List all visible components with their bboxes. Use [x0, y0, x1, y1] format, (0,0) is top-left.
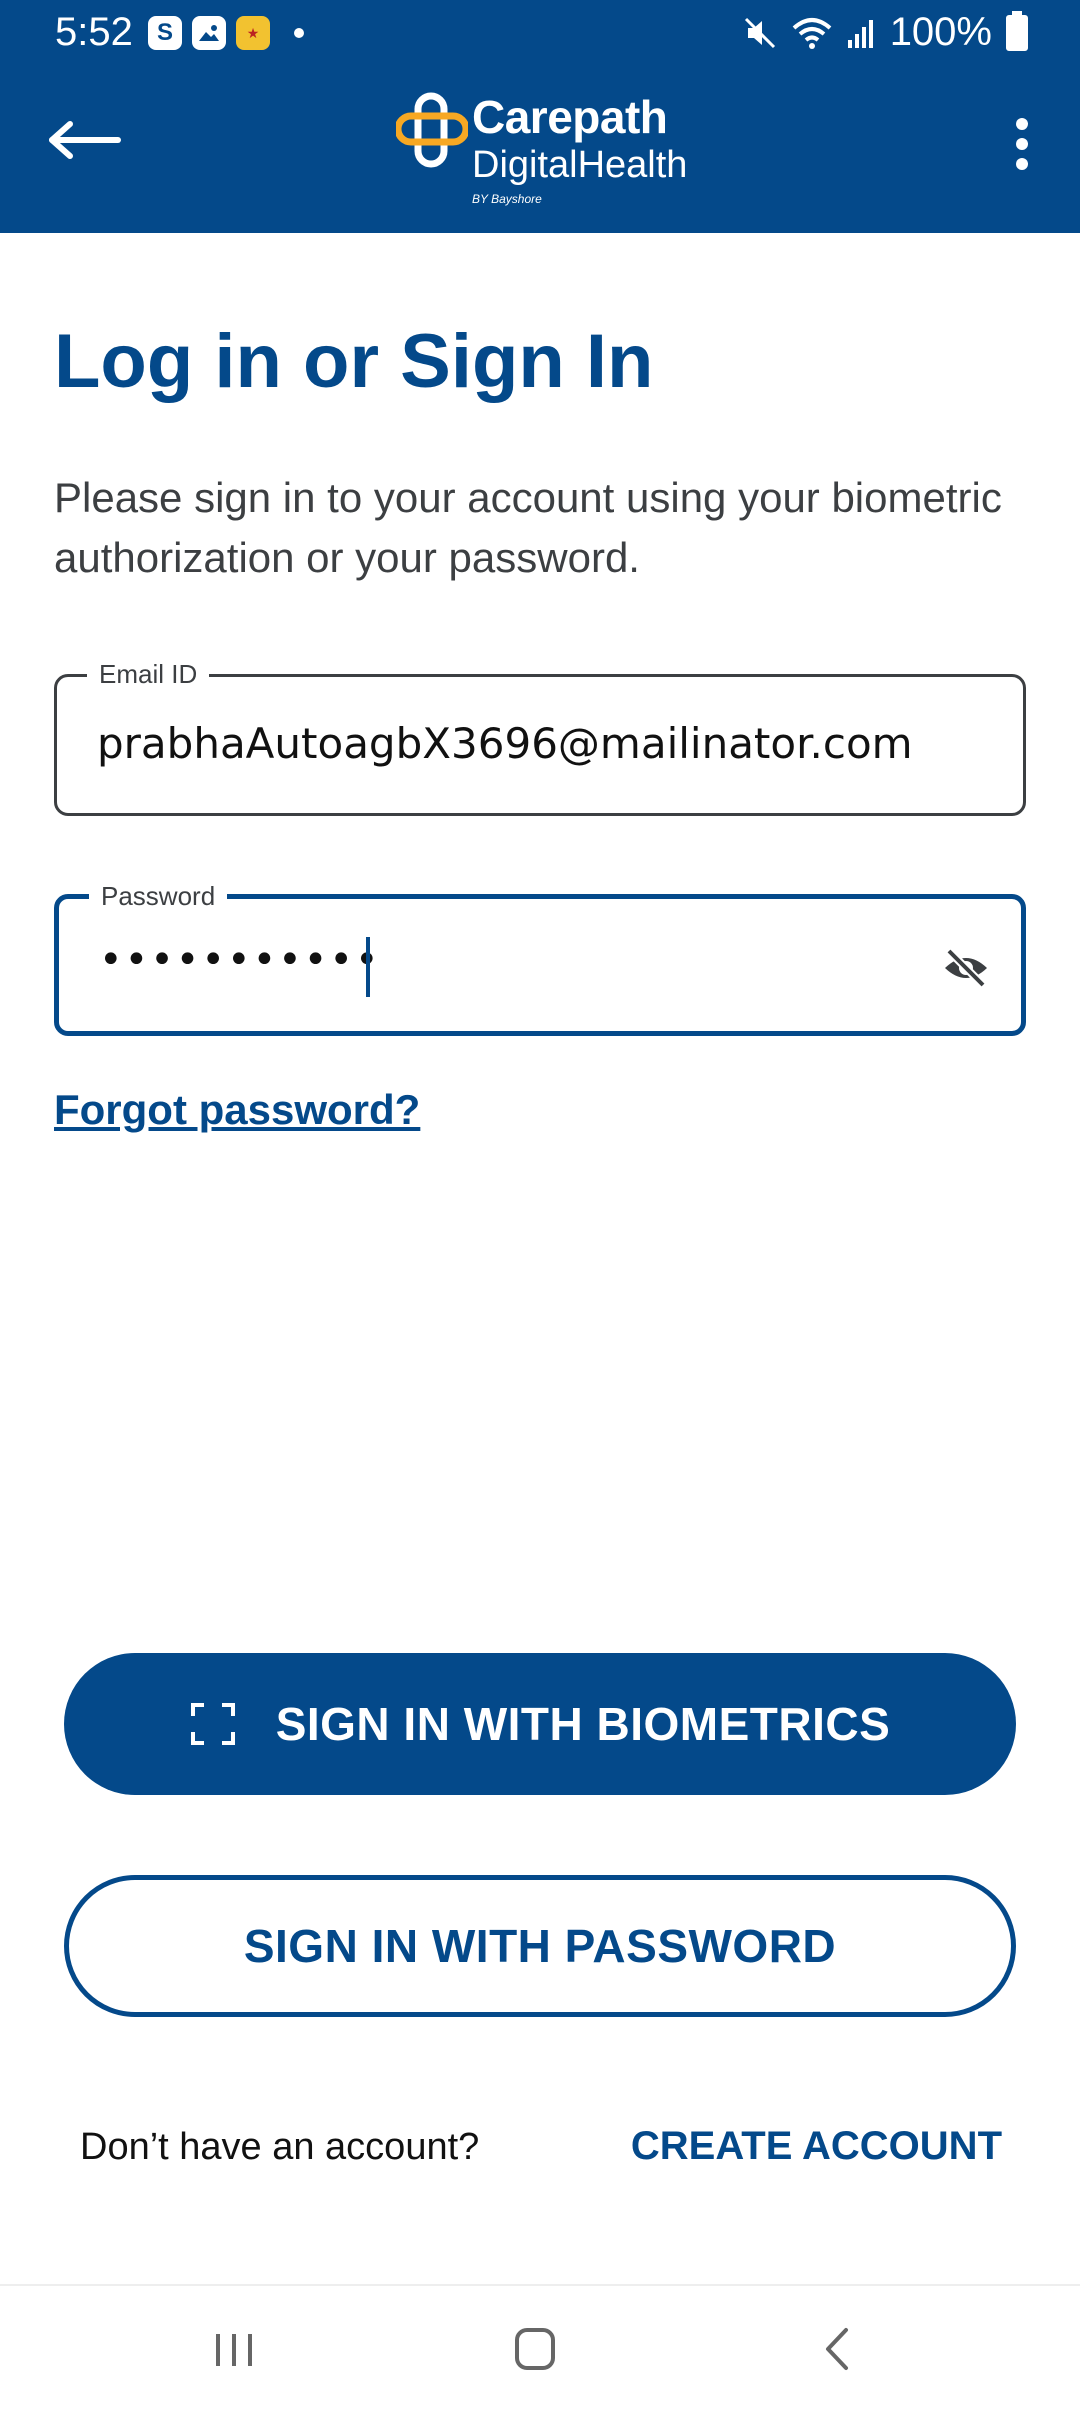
logo-by: BY Bayshore [472, 192, 542, 206]
logo-subtitle: DigitalHealth [472, 144, 688, 186]
email-field[interactable]: Email ID prabhaAutoagbX3696@mailinator.c… [54, 659, 1026, 816]
face-scan-icon [190, 1703, 235, 1745]
more-notifications-icon [294, 28, 304, 38]
app-notification-icon: ★ [236, 16, 270, 50]
system-status: 100% [742, 10, 1028, 55]
mute-icon [744, 17, 775, 48]
sign-in-password-button[interactable]: SIGN IN WITH PASSWORD [64, 1875, 1016, 2017]
home-icon [515, 2328, 555, 2370]
logo-title: Carepath [472, 91, 668, 143]
system-back-button[interactable] [798, 2316, 878, 2382]
no-account-text: Don’t have an account? [80, 2126, 480, 2168]
sign-in-biometrics-button[interactable]: SIGN IN WITH BIOMETRICS [64, 1653, 1016, 1795]
battery-percent: 100% [889, 10, 992, 54]
create-account-link[interactable]: CREATE ACCOUNT [631, 2124, 1002, 2169]
notification-icons: S ★ [148, 16, 304, 50]
battery-icon [1006, 10, 1028, 51]
overflow-menu-button[interactable] [992, 104, 1052, 184]
home-button[interactable] [495, 2316, 575, 2382]
page-description: Please sign in to your account using you… [54, 474, 1002, 581]
password-value: ••••••••••• [99, 937, 381, 983]
header: 5:52 S ★ 100% Carepath DigitalHealth BY … [0, 0, 1080, 233]
email-label: Email ID [87, 659, 210, 690]
recent-apps-button[interactable] [194, 2316, 274, 2382]
toggle-password-visibility-button[interactable] [941, 943, 991, 993]
system-nav-bar [0, 2284, 1080, 2410]
wifi-icon [792, 17, 832, 49]
carepath-cross-icon [396, 92, 468, 168]
signal-icon [847, 19, 873, 48]
eye-off-icon [945, 948, 987, 988]
status-time: 5:52 [55, 10, 133, 54]
dot-icon [1016, 158, 1028, 170]
recent-apps-icon [216, 2334, 252, 2366]
dot-icon [1016, 138, 1028, 150]
page-title: Log in or Sign In [54, 319, 654, 404]
gallery-icon [192, 16, 226, 50]
chevron-left-icon [826, 2328, 848, 2370]
sign-in-password-label: SIGN IN WITH PASSWORD [243, 1920, 837, 1972]
sign-in-biometrics-label: SIGN IN WITH BIOMETRICS [275, 1698, 891, 1750]
s-app-icon: S [148, 16, 182, 50]
back-button[interactable] [38, 110, 130, 170]
password-field[interactable]: Password ••••••••••• [54, 881, 1026, 1036]
text-cursor [366, 937, 370, 997]
status-bar: 5:52 S ★ 100% [0, 0, 1080, 68]
email-value: prabhaAutoagbX3696@mailinator.com [97, 719, 913, 768]
app-bar: Carepath DigitalHealth BY Bayshore [0, 68, 1080, 233]
dot-icon [1016, 118, 1028, 130]
password-label: Password [89, 881, 228, 912]
carepath-logo: Carepath DigitalHealth BY Bayshore [396, 86, 706, 206]
forgot-password-link[interactable]: Forgot password? [54, 1086, 420, 1134]
arrow-left-icon [49, 121, 121, 159]
